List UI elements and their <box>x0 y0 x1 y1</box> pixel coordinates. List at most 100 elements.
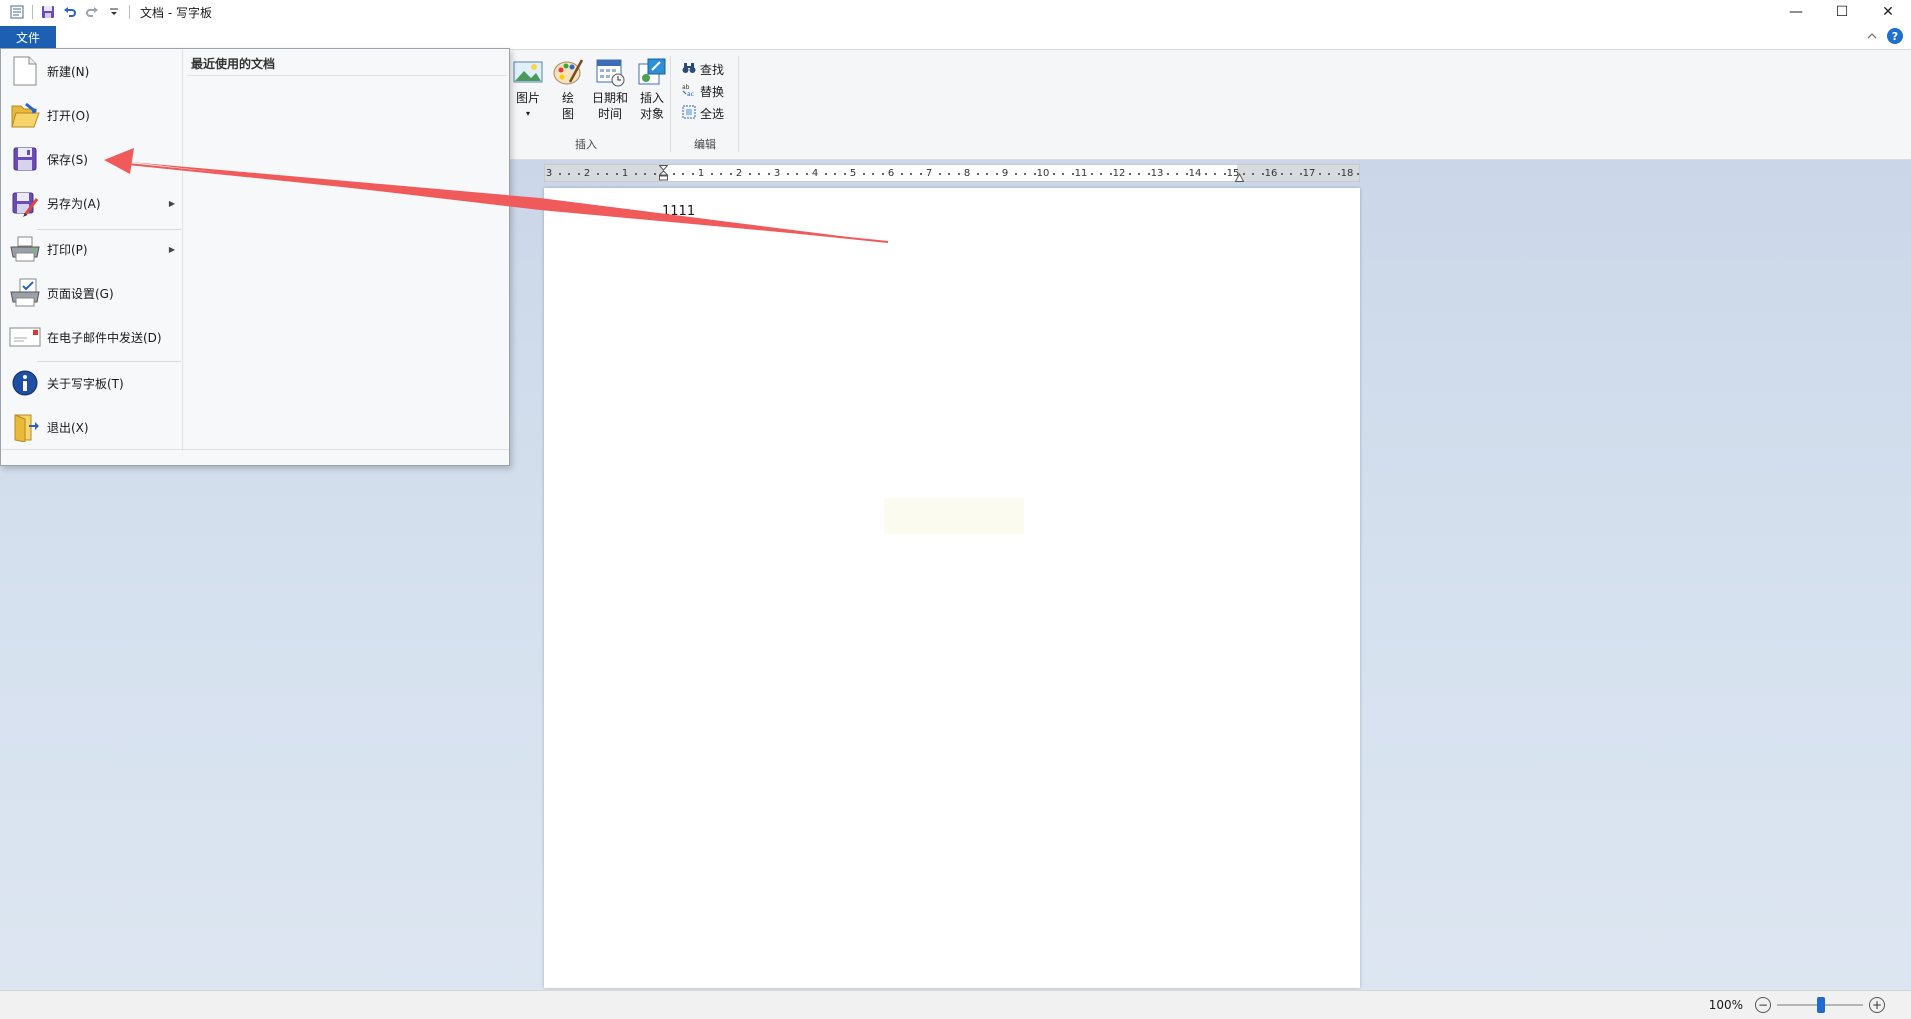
menu-item-exit-label: 退出(X) <box>47 420 89 435</box>
ruler-tick-label: 13 <box>1150 168 1164 179</box>
ruler-minor-tick <box>796 173 798 175</box>
ruler-minor-tick <box>872 173 874 175</box>
ruler-minor-tick <box>1052 173 1055 175</box>
ruler-tick-label: 8 <box>963 168 971 179</box>
customize-icon[interactable] <box>103 1 125 23</box>
insert-object-icon <box>636 56 668 88</box>
ruler-minor-tick <box>634 173 637 175</box>
edit-buttons: 查找 ab ac 替换 全选 <box>682 58 724 124</box>
zoom-level: 100% <box>1708 998 1743 1012</box>
ruler-minor-tick <box>805 173 808 175</box>
submenu-arrow-icon: ▶ <box>168 198 175 208</box>
ruler-minor-tick <box>786 173 789 175</box>
ribbon-tab-strip: ? <box>0 24 1911 50</box>
insert-group-label: 插入 <box>575 138 597 151</box>
ruler-minor-tick <box>577 173 580 175</box>
menu-separator <box>37 361 181 362</box>
document-page[interactable]: 1111 <box>544 188 1360 988</box>
save-icon[interactable] <box>37 1 59 23</box>
email-icon <box>9 321 41 353</box>
paint-label-2: 图 <box>561 107 574 121</box>
ruler-minor-tick <box>948 173 950 175</box>
open-folder-icon <box>9 99 41 131</box>
insert-object-button[interactable]: 插入 对象 <box>632 56 672 122</box>
ruler-minor-tick <box>1337 173 1340 175</box>
find-label: 查找 <box>700 62 725 77</box>
menu-item-about[interactable]: 关于写字板(T) <box>1 363 183 403</box>
menu-item-print[interactable]: 打印(P) ▶ <box>1 229 183 269</box>
zoom-slider-thumb[interactable] <box>1817 997 1825 1013</box>
collapse-ribbon-icon[interactable] <box>1867 29 1877 43</box>
ruler-minor-tick <box>1128 173 1131 175</box>
ruler-minor-tick <box>900 173 903 175</box>
find-button[interactable]: 查找 <box>682 58 724 80</box>
insert-object-label-2: 对象 <box>639 107 664 121</box>
ruler-tick-label: 7 <box>925 168 933 179</box>
replace-button[interactable]: ab ac 替换 <box>682 80 724 102</box>
zoom-in-button[interactable]: + <box>1869 997 1885 1013</box>
menu-item-new[interactable]: 新建(N) <box>1 51 183 91</box>
menu-item-page-setup[interactable]: 页面设置(G) <box>1 273 183 313</box>
ruler-minor-tick <box>1252 173 1254 175</box>
picture-button[interactable]: 图片 ▾ <box>508 56 548 122</box>
menu-item-send-email[interactable]: 在电子邮件中发送(D) <box>1 317 183 357</box>
recent-documents-divider <box>187 75 507 76</box>
ruler-tick-label: 2 <box>583 168 591 179</box>
ruler-minor-tick <box>1261 173 1264 175</box>
ruler-minor-tick <box>606 173 608 175</box>
file-tab[interactable]: 文件 <box>0 26 56 48</box>
ruler-minor-tick <box>957 173 960 175</box>
ruler-tick-label: 9 <box>1001 168 1009 179</box>
zoom-out-button[interactable]: − <box>1755 997 1771 1013</box>
paint-button[interactable]: 绘 图 <box>548 56 588 122</box>
ruler-minor-tick <box>568 173 570 175</box>
ruler-minor-tick <box>1328 173 1330 175</box>
menu-item-save-label: 保存(S) <box>47 152 88 167</box>
maximize-button[interactable]: ☐ <box>1819 0 1865 24</box>
close-button[interactable]: ✕ <box>1865 0 1911 24</box>
file-menu-commands: 新建(N) 打开(O) 保存(S) 另存为(A) ▶ 打印(P) ▶ 页面设置(… <box>1 49 183 451</box>
document-text[interactable]: 1111 <box>662 204 695 219</box>
edit-group-label: 编辑 <box>694 138 716 151</box>
ruler-minor-tick <box>1062 173 1064 175</box>
ruler-minor-tick <box>986 173 988 175</box>
ruler-minor-tick <box>1071 173 1074 175</box>
menu-item-exit[interactable]: 退出(X) <box>1 407 183 447</box>
ruler-tick-label: 5 <box>849 168 857 179</box>
page-setup-icon <box>9 277 41 309</box>
edit-group: 查找 ab ac 替换 全选 编辑 <box>672 54 738 154</box>
ruler-minor-tick <box>558 173 561 175</box>
qat-separator <box>32 5 33 19</box>
paint-palette-icon <box>552 56 584 88</box>
select-all-button[interactable]: 全选 <box>682 102 724 124</box>
ruler-tick-label: 10 <box>1036 168 1050 179</box>
ruler-tick-label: 3 <box>773 168 781 179</box>
redo-icon[interactable] <box>81 1 103 23</box>
app-icon[interactable] <box>6 1 28 23</box>
zoom-slider[interactable] <box>1777 997 1863 1013</box>
menu-item-open[interactable]: 打开(O) <box>1 95 183 135</box>
ruler-minor-tick <box>653 173 656 175</box>
ruler-minor-tick <box>862 173 865 175</box>
horizontal-ruler[interactable]: 3 2 1 1 2 3 4 5 6 7 8 9 10 11 12 13 14 15 16 17 18 <box>544 164 1360 182</box>
date-time-button[interactable]: 日期和 时间 <box>588 56 632 122</box>
ruler-minor-tick <box>1176 173 1178 175</box>
qat-separator <box>129 5 130 19</box>
ruler-minor-tick <box>834 173 836 175</box>
ruler-tick-label: 14 <box>1188 168 1202 179</box>
menu-item-save-as[interactable]: 另存为(A) ▶ <box>1 183 183 223</box>
menu-item-save[interactable]: 保存(S) <box>1 139 183 179</box>
file-menu-footer <box>1 449 509 465</box>
submenu-arrow-icon: ▶ <box>168 244 175 254</box>
date-time-label-2: 时间 <box>597 107 622 121</box>
minimize-button[interactable]: — <box>1773 0 1819 24</box>
ruler-tick-label: 18 <box>1340 168 1354 179</box>
exit-icon <box>9 411 41 443</box>
replace-label: 替换 <box>700 84 725 99</box>
indent-marker[interactable] <box>658 165 669 181</box>
help-icon[interactable]: ? <box>1887 28 1903 44</box>
right-indent-marker[interactable] <box>1234 171 1245 182</box>
ruler-minor-tick <box>644 173 646 175</box>
faint-overlay <box>884 498 1024 534</box>
undo-icon[interactable] <box>59 1 81 23</box>
